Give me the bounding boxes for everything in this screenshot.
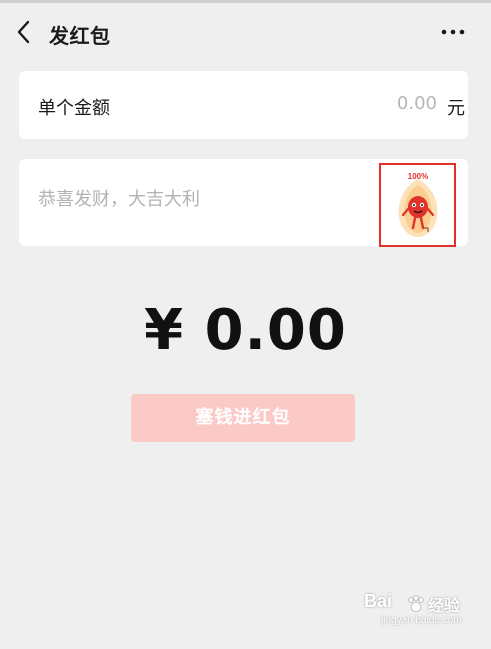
navigation-bar: 发红包 bbox=[0, 3, 491, 59]
amount-unit: 元 bbox=[447, 98, 465, 119]
put-money-button[interactable]: 塞钱进红包 bbox=[131, 394, 355, 442]
amount-input[interactable] bbox=[309, 93, 437, 114]
more-button[interactable] bbox=[440, 21, 466, 43]
back-button[interactable] bbox=[12, 18, 36, 46]
baidu-paw-icon bbox=[408, 595, 424, 612]
red-packet-cover-sticker-icon: 100% bbox=[398, 172, 438, 237]
amount-card: 单个金额 元 bbox=[19, 71, 468, 139]
greeting-card: 100% bbox=[19, 159, 468, 247]
total-amount: ¥ 0.00 bbox=[144, 298, 347, 363]
greeting-input[interactable] bbox=[38, 189, 368, 210]
more-dots-icon bbox=[441, 29, 465, 35]
watermark-brand: Bai bbox=[364, 591, 393, 611]
chevron-left-icon bbox=[17, 20, 30, 44]
watermark-url: jingyan.baidu.com bbox=[381, 615, 462, 626]
amount-label: 单个金额 bbox=[38, 98, 110, 119]
cover-sticker-button[interactable]: 100% bbox=[379, 163, 456, 247]
watermark-name: 经验 bbox=[428, 596, 461, 615]
page-title: 发红包 bbox=[49, 24, 111, 48]
sticker-badge: 100% bbox=[408, 172, 428, 181]
